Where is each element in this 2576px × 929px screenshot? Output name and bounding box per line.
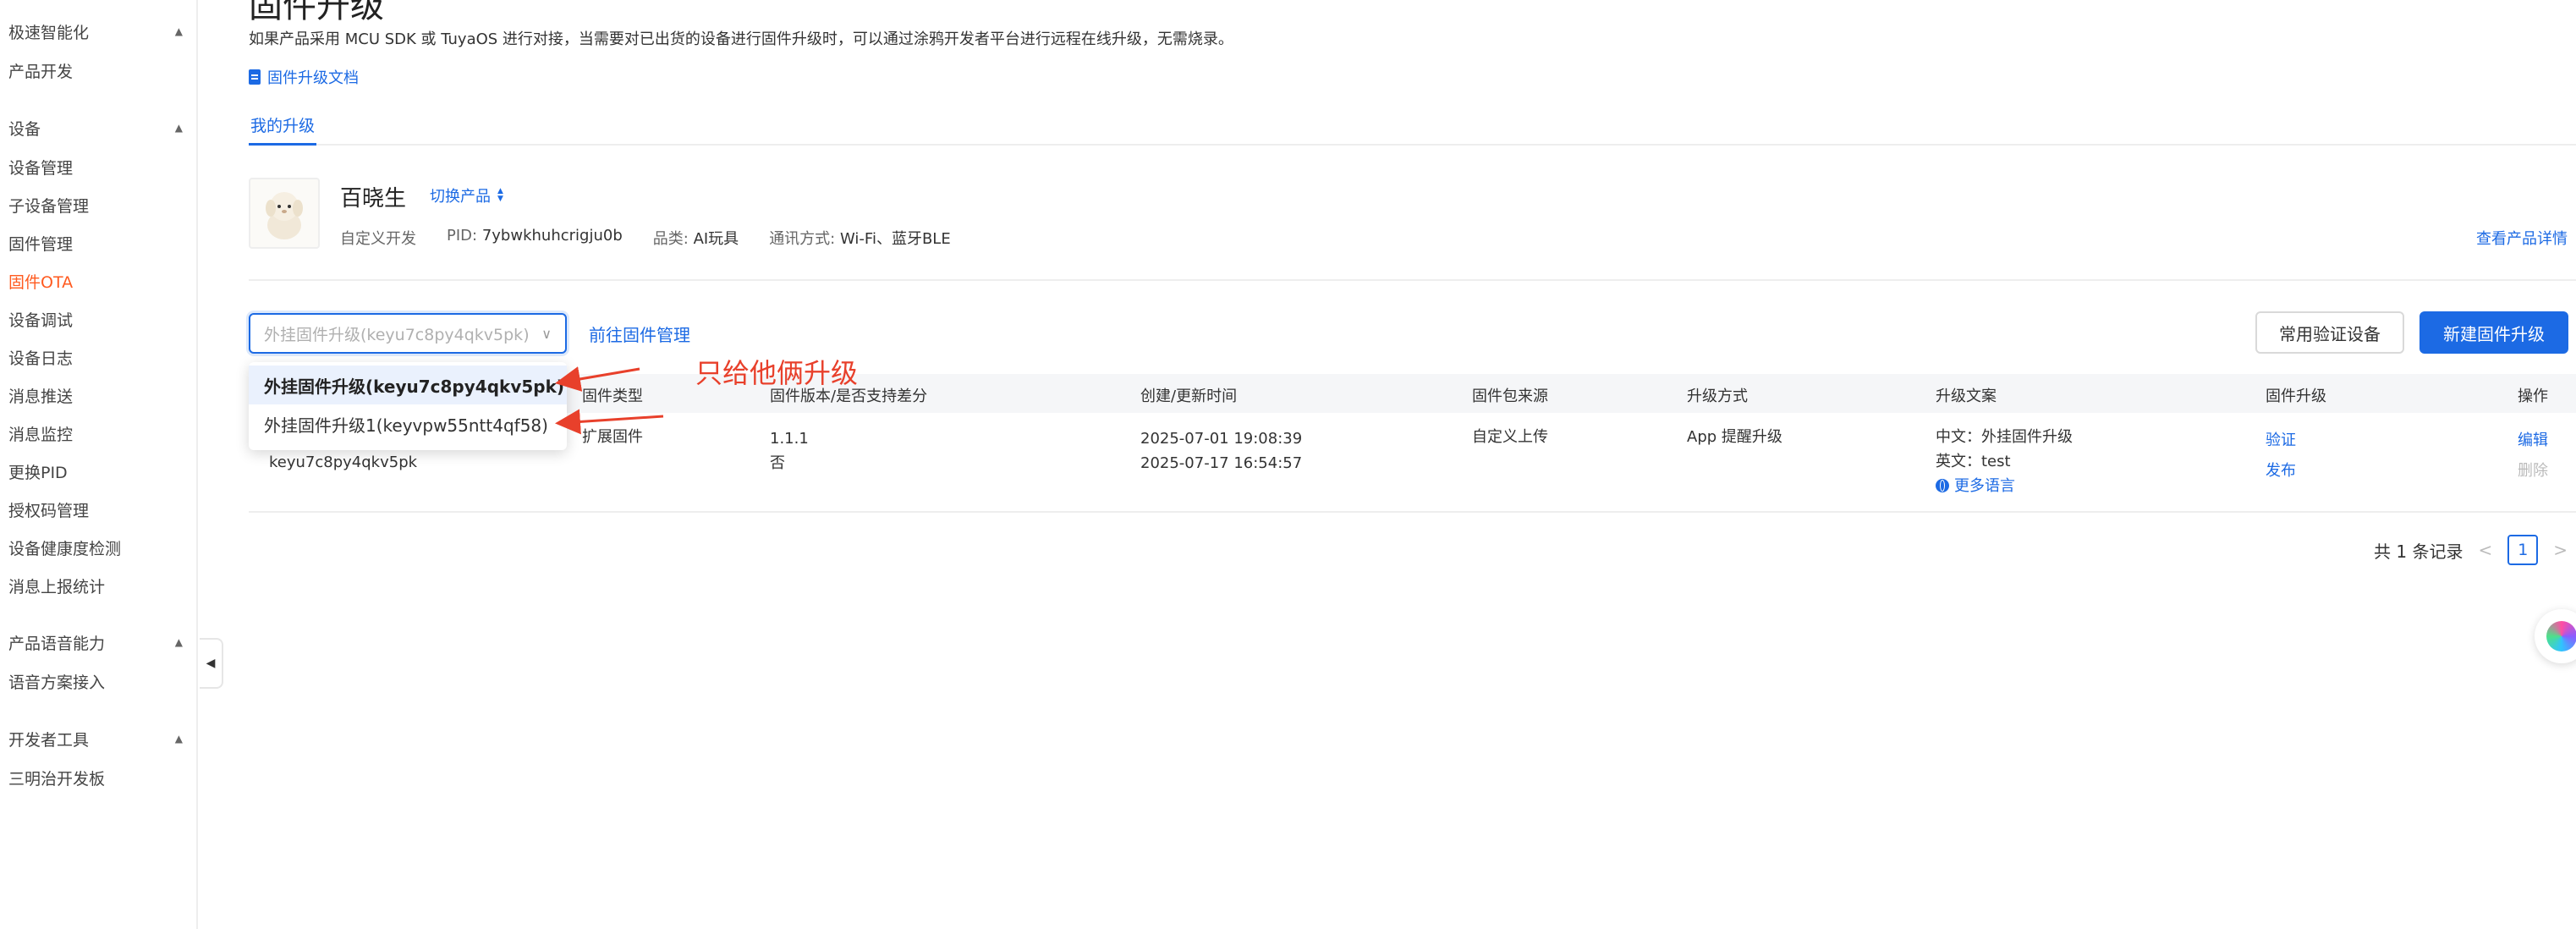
col-firmware-upgrade: 固件升级: [2266, 388, 2326, 405]
firmware-select[interactable]: 外挂固件升级(keyu7c8py4qkv5pk) ∨: [249, 313, 567, 354]
sidebar-item-message-push[interactable]: 消息推送: [8, 382, 73, 408]
col-created-updated: 创建/更新时间: [1140, 388, 1238, 405]
sidebar-group-label: 设备: [8, 119, 41, 139]
upgrade-text-en: 英文：test: [1936, 453, 2011, 470]
sidebar-group-smart[interactable]: 极速智能化 ▲: [8, 19, 186, 44]
created-time: 2025-07-01 19:08:39: [1140, 430, 1303, 448]
view-product-detail-link[interactable]: 查看产品详情: [2476, 227, 2568, 249]
firmware-key: keyu7c8py4qkv5pk: [269, 454, 418, 471]
col-upgrade-method: 升级方式: [1687, 388, 1748, 405]
upgrade-method: App 提醒升级: [1687, 428, 1782, 446]
firmware-doc-link[interactable]: 固件升级文档: [249, 66, 359, 88]
sidebar-group-device[interactable]: 设备 ▲: [8, 115, 186, 140]
chevron-right-icon[interactable]: >: [2553, 540, 2568, 560]
sidebar-item-auth-code[interactable]: 授权码管理: [8, 497, 89, 522]
sidebar-item-report-stats[interactable]: 消息上报统计: [8, 573, 105, 598]
globe-icon: [1936, 479, 1949, 492]
sidebar-collapse-button[interactable]: ◀: [200, 638, 223, 689]
document-icon: [249, 69, 261, 85]
total-records: 共 1 条记录: [2374, 541, 2463, 562]
dropdown-option-firmware-1[interactable]: 外挂固件升级(keyu7c8py4qkv5pk): [249, 366, 567, 404]
verify-link[interactable]: 验证: [2266, 428, 2296, 453]
sidebar-item-device-debug[interactable]: 设备调试: [8, 306, 73, 332]
page-description: 如果产品采用 MCU SDK 或 TuyaOS 进行对接，当需要对已出货的设备进…: [249, 30, 1233, 48]
ai-assistant-icon[interactable]: [2535, 609, 2576, 663]
delete-link: 删除: [2518, 462, 2548, 480]
pagination: 共 1 条记录 < 1 >: [2374, 535, 2568, 565]
product-comm: 通讯方式: Wi-Fi、蓝牙BLE: [769, 230, 951, 248]
sidebar-group-label: 开发者工具: [8, 730, 90, 750]
caret-up-icon: ▲: [174, 636, 183, 648]
package-source: 自定义上传: [1472, 428, 1548, 446]
table-row: keyu7c8py4qkv5pk 扩展固件 1.1.1 否 2025-07-01…: [249, 413, 2576, 513]
sidebar-item-firmware-ota[interactable]: 固件OTA: [8, 268, 73, 294]
switch-product-button[interactable]: 切换产品 ▲ ▼: [430, 184, 503, 206]
product-meta: 自定义开发 PID: 7ybwkhuhcrigju0b 品类: AI玩具 通讯方…: [340, 227, 951, 249]
plush-toy-icon: [266, 192, 303, 239]
firmware-diff: 否: [770, 454, 785, 472]
sidebar: 极速智能化 ▲ 产品开发 设备 ▲ 设备管理 子设备管理 固件管理 固件OTA …: [0, 0, 198, 929]
sidebar-item-device-log[interactable]: 设备日志: [8, 344, 73, 370]
sidebar-item-firmware-management[interactable]: 固件管理: [8, 230, 73, 256]
sidebar-item-product-dev[interactable]: 产品开发: [8, 58, 73, 83]
tab-my-upgrades[interactable]: 我的升级: [249, 113, 317, 146]
tab-bar: 我的升级: [249, 113, 2576, 146]
edit-link[interactable]: 编辑: [2518, 428, 2548, 453]
dropdown-option-firmware-2[interactable]: 外挂固件升级1(keyvpw55ntt4qf58): [249, 404, 567, 443]
new-firmware-upgrade-button[interactable]: 新建固件升级: [2419, 311, 2568, 354]
chevron-left-icon[interactable]: <: [2478, 540, 2492, 560]
product-category: 品类: AI玩具: [652, 230, 739, 248]
annotation-text: 只给他俩升级: [695, 357, 859, 389]
product-pid: PID: 7ybwkhuhcrigju0b: [447, 227, 623, 245]
dev-mode: 自定义开发: [340, 230, 416, 248]
product-image: [249, 178, 320, 249]
firmware-select-dropdown: 外挂固件升级(keyu7c8py4qkv5pk) 外挂固件升级1(keyvpw5…: [249, 362, 567, 450]
sort-updown-icon: ▲ ▼: [497, 187, 503, 203]
table-header: 固件类型 固件版本/是否支持差分 创建/更新时间 固件包来源 升级方式 升级文案…: [249, 374, 2576, 413]
sidebar-item-device-health[interactable]: 设备健康度检测: [8, 535, 121, 560]
sidebar-group-label: 极速智能化: [8, 23, 90, 42]
page-button-current[interactable]: 1: [2507, 535, 2539, 565]
sidebar-item-change-pid[interactable]: 更换PID: [8, 459, 68, 484]
sidebar-item-voice-access[interactable]: 语音方案接入: [8, 668, 105, 694]
caret-left-icon: ◀: [206, 657, 216, 670]
goto-firmware-management-link[interactable]: 前往固件管理: [589, 322, 690, 346]
sidebar-group-dev-tools[interactable]: 开发者工具 ▲: [8, 726, 186, 751]
sidebar-item-sandwich-board[interactable]: 三明治开发板: [8, 765, 105, 790]
caret-up-icon: ▲: [174, 122, 183, 134]
col-actions: 操作: [2518, 388, 2548, 405]
firmware-type: 扩展固件: [582, 428, 643, 446]
updated-time: 2025-07-17 16:54:57: [1140, 454, 1303, 472]
sidebar-item-device-management[interactable]: 设备管理: [8, 154, 73, 179]
col-firmware-type: 固件类型: [582, 388, 643, 405]
sidebar-group-label: 产品语音能力: [8, 634, 106, 653]
page-title: 固件升级: [249, 0, 384, 25]
firmware-select-value: 外挂固件升级(keyu7c8py4qkv5pk): [264, 325, 530, 344]
sidebar-item-subdevice-management[interactable]: 子设备管理: [8, 192, 89, 217]
col-package-source: 固件包来源: [1472, 388, 1548, 405]
caret-up-icon: ▲: [174, 733, 183, 745]
section-divider: [249, 279, 2576, 281]
col-upgrade-text: 升级文案: [1936, 388, 1997, 405]
chevron-down-icon: ∨: [541, 325, 552, 342]
firmware-version: 1.1.1: [770, 430, 809, 448]
sidebar-group-voice[interactable]: 产品语音能力 ▲: [8, 629, 186, 655]
sidebar-item-message-monitor[interactable]: 消息监控: [8, 421, 73, 446]
upgrade-text-cn: 中文：外挂固件升级: [1936, 428, 2073, 446]
caret-up-icon: ▲: [174, 25, 183, 37]
more-languages-link[interactable]: 更多语言: [1936, 474, 2015, 498]
common-verify-devices-button[interactable]: 常用验证设备: [2255, 311, 2404, 354]
product-name: 百晓生: [340, 186, 407, 212]
publish-link[interactable]: 发布: [2266, 459, 2296, 483]
